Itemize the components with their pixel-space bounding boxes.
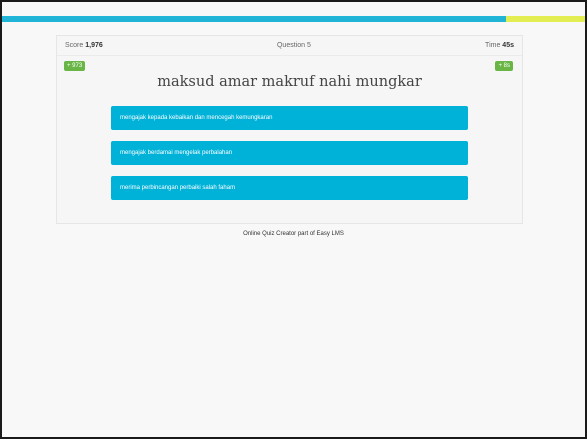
score-value: 1,976	[85, 42, 103, 49]
quiz-status-bar: Score 1,976 Question 5 Time 45s	[57, 36, 522, 56]
progress-bar	[2, 16, 585, 22]
answer-label: merima perbincangan perbaiki salah faham	[120, 185, 236, 191]
quiz-card: Score 1,976 Question 5 Time 45s + 973 + …	[56, 35, 523, 224]
answer-list: mengajak kepada kebaikan dan mencegah ke…	[111, 106, 468, 211]
footer-credit[interactable]: Online Quiz Creator part of Easy LMS	[2, 231, 585, 237]
answer-label: mengajak kepada kebaikan dan mencegah ke…	[120, 115, 273, 121]
score-display: Score 1,976	[65, 42, 103, 49]
time-label: Time	[485, 42, 501, 49]
time-value: 45s	[502, 42, 514, 49]
score-label: Score	[65, 42, 84, 49]
time-bonus-badge: + 8s	[495, 61, 513, 71]
progress-fill	[2, 16, 507, 22]
answer-option-1[interactable]: mengajak kepada kebaikan dan mencegah ke…	[111, 106, 468, 130]
points-badge: + 973	[64, 61, 86, 71]
question-text: maksud amar makruf nahi mungkar	[157, 74, 422, 90]
quiz-window: Score 1,976 Question 5 Time 45s + 973 + …	[0, 0, 587, 439]
question-counter: Question 5	[276, 42, 311, 49]
answer-option-3[interactable]: merima perbincangan perbaiki salah faham	[111, 176, 468, 200]
answer-label: mengajak berdamai mengelak perbalahan	[120, 150, 233, 156]
progress-remaining	[506, 16, 585, 22]
time-display: Time 45s	[485, 42, 514, 49]
answer-option-2[interactable]: mengajak berdamai mengelak perbalahan	[111, 141, 468, 165]
